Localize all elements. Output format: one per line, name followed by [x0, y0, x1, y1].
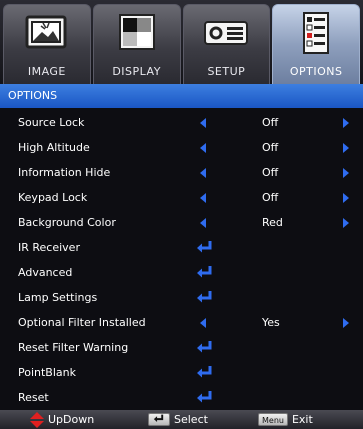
row-value: Off	[262, 116, 279, 129]
row-label: Reset	[18, 391, 49, 404]
menu-row-background-color[interactable]: Background Color Red	[0, 210, 363, 235]
arrow-right-icon[interactable]	[343, 143, 349, 153]
enter-icon[interactable]	[196, 265, 214, 279]
updown-arrow-icon	[30, 411, 44, 428]
row-label: Source Lock	[18, 116, 85, 129]
arrow-right-icon[interactable]	[343, 118, 349, 128]
arrow-right-icon[interactable]	[343, 193, 349, 203]
enter-icon[interactable]	[196, 340, 214, 354]
enter-icon[interactable]	[196, 365, 214, 379]
tab-label: SETUP	[207, 65, 246, 78]
hint-updown-label: UpDown	[48, 413, 95, 426]
arrow-left-icon[interactable]	[200, 193, 206, 203]
row-value: Off	[262, 141, 279, 154]
row-label: PointBlank	[18, 366, 76, 379]
menu-row-high-altitude[interactable]: High Altitude Off	[0, 135, 363, 160]
menu-row-source-lock[interactable]: Source Lock Off	[0, 110, 363, 135]
menu-row-pointblank[interactable]: PointBlank	[0, 360, 363, 385]
tab-label: OPTIONS	[289, 65, 343, 78]
row-label: High Altitude	[18, 141, 90, 154]
hint-exit: Menu Exit	[258, 410, 313, 429]
row-label: Optional Filter Installed	[18, 316, 146, 329]
menu-row-ir-receiver[interactable]: IR Receiver	[0, 235, 363, 260]
menu-row-reset[interactable]: Reset	[0, 385, 363, 410]
tab-display[interactable]: DISPLAY	[92, 4, 181, 84]
tab-bar: IMAGE DISPLAY SETUP OPTIONS	[0, 0, 363, 84]
row-label: Lamp Settings	[18, 291, 98, 304]
picture-icon	[25, 15, 67, 49]
row-value: Off	[262, 191, 279, 204]
row-label: Keypad Lock	[18, 191, 88, 204]
tab-label: DISPLAY	[112, 65, 161, 78]
enter-icon[interactable]	[196, 390, 214, 404]
projector-icon	[204, 21, 249, 45]
row-label: Background Color	[18, 216, 116, 229]
menu-row-lamp-settings[interactable]: Lamp Settings	[0, 285, 363, 310]
menu-row-information-hide[interactable]: Information Hide Off	[0, 160, 363, 185]
arrow-right-icon[interactable]	[343, 218, 349, 228]
row-value: Off	[262, 166, 279, 179]
row-value: Red	[262, 216, 283, 229]
arrow-left-icon[interactable]	[200, 318, 206, 328]
menu-row-optional-filter-installed[interactable]: Optional Filter Installed Yes	[0, 310, 363, 335]
arrow-right-icon[interactable]	[343, 318, 349, 328]
hint-exit-label: Exit	[291, 413, 313, 426]
menu-row-advanced[interactable]: Advanced	[0, 260, 363, 285]
row-label: Advanced	[18, 266, 73, 279]
arrow-left-icon[interactable]	[200, 218, 206, 228]
menu-row-reset-filter-warning[interactable]: Reset Filter Warning	[0, 335, 363, 360]
row-label: IR Receiver	[18, 241, 80, 254]
tab-image[interactable]: IMAGE	[3, 4, 91, 84]
menu-row-keypad-lock[interactable]: Keypad Lock Off	[0, 185, 363, 210]
hint-updown: UpDown	[30, 410, 94, 429]
tab-label: IMAGE	[27, 65, 66, 78]
osd-menu: IMAGE DISPLAY SETUP OPTIONS OPTIONS Sour…	[0, 0, 363, 429]
menu-key-icon: Menu	[258, 413, 288, 426]
page-title: OPTIONS	[0, 84, 363, 108]
arrow-left-icon[interactable]	[200, 143, 206, 153]
enter-icon[interactable]	[196, 240, 214, 254]
row-label: Reset Filter Warning	[18, 341, 129, 354]
footer-hints: UpDown Select Menu Exit	[0, 410, 363, 429]
enter-key-icon	[148, 413, 170, 426]
row-label: Information Hide	[18, 166, 111, 179]
enter-icon[interactable]	[196, 290, 214, 304]
tab-options[interactable]: OPTIONS	[272, 4, 360, 84]
checklist-icon	[303, 12, 330, 54]
arrow-right-icon[interactable]	[343, 168, 349, 178]
hint-select-label: Select	[174, 413, 208, 426]
tab-setup[interactable]: SETUP	[182, 4, 271, 84]
display-icon	[118, 14, 155, 50]
arrow-left-icon[interactable]	[200, 118, 206, 128]
row-value: Yes	[262, 316, 280, 329]
hint-select: Select	[148, 410, 208, 429]
options-list: Source Lock Off High Altitude Off Inform…	[0, 108, 363, 410]
arrow-left-icon[interactable]	[200, 168, 206, 178]
